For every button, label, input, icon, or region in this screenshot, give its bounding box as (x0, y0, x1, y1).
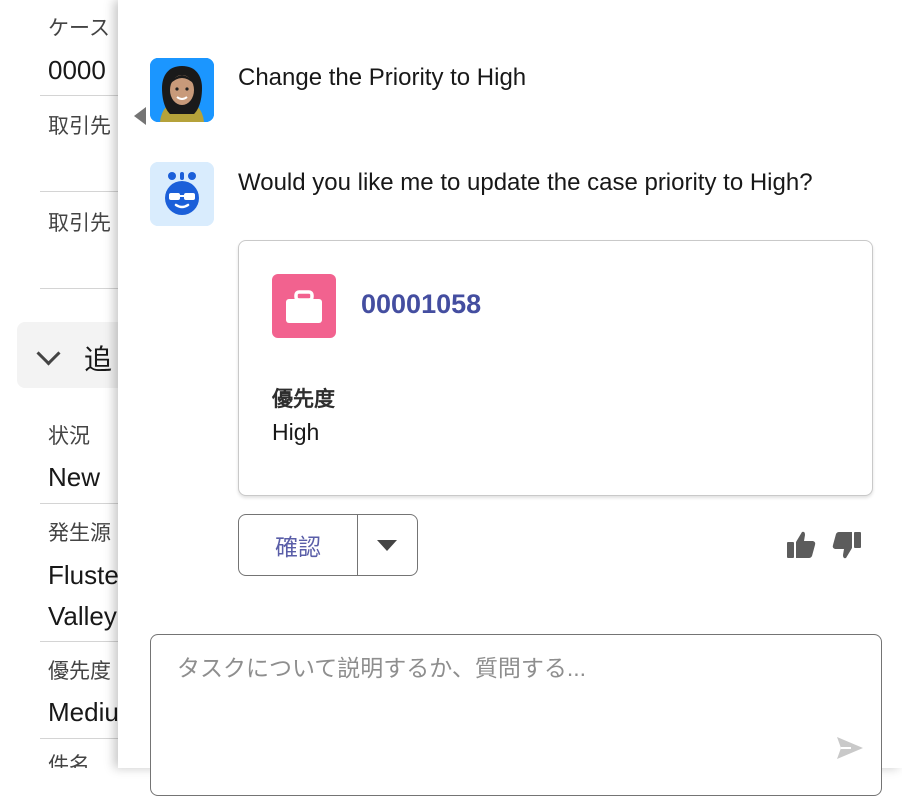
divider (40, 641, 118, 642)
thumbs-up-icon[interactable] (784, 528, 818, 562)
case-record-card: 00001058 優先度 High (238, 240, 873, 496)
priority-label: 優先度 (48, 660, 111, 683)
assistant-avatar (150, 162, 214, 226)
priority-field-value: High (272, 419, 320, 445)
confirm-button-group: 確認 (238, 514, 418, 576)
subject-label: 件名 (48, 754, 90, 768)
account-label: 取引先 (48, 115, 111, 138)
chevron-down-icon (377, 539, 397, 551)
section-title: 追 (84, 344, 113, 375)
origin-label: 発生源 (48, 522, 111, 545)
case-number-value: 0000 (48, 55, 106, 85)
status-label: 状況 (48, 425, 90, 448)
confirm-button[interactable]: 確認 (239, 515, 358, 575)
assistant-message: Would you like me to update the case pri… (238, 169, 813, 196)
more-actions-button[interactable] (357, 515, 417, 575)
record-detail-panel: ケース 0000 取引先 取引先 追 状況 New 発生源 Fluste Val… (0, 0, 118, 768)
message-composer (150, 634, 882, 796)
message-input[interactable] (175, 647, 839, 741)
user-message: Change the Priority to High (238, 64, 527, 91)
case-number-label: ケース (48, 17, 110, 40)
case-number-link[interactable]: 00001058 (361, 289, 481, 320)
account-label-2: 取引先 (48, 212, 111, 235)
divider (40, 95, 118, 96)
priority-field-label: 優先度 (272, 388, 335, 411)
panel-pointer-icon (134, 107, 146, 125)
divider (40, 191, 118, 192)
priority-value: Mediu (48, 697, 118, 727)
user-avatar (150, 58, 214, 122)
divider (40, 288, 118, 289)
thumbs-down-icon[interactable] (830, 528, 864, 562)
origin-value-line1: Fluste (48, 560, 118, 590)
origin-value-line2: Valley (48, 601, 117, 631)
status-value: New (48, 462, 101, 492)
divider (40, 503, 118, 504)
briefcase-icon (272, 274, 336, 338)
send-icon[interactable] (835, 735, 865, 761)
divider (40, 738, 118, 739)
assistant-chat-panel: Change the Priority to High Would you li… (118, 0, 902, 796)
